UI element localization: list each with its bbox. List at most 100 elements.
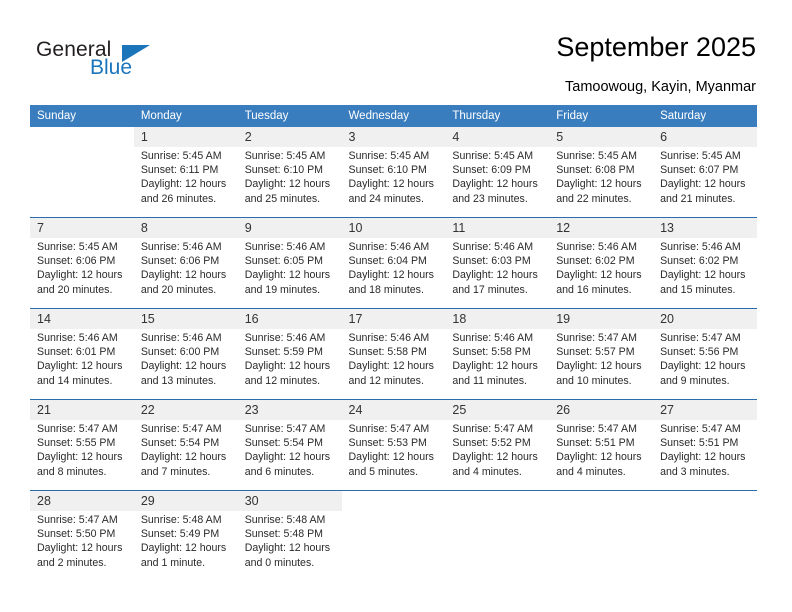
day-detail-line: Daylight: 12 hours: [348, 360, 434, 373]
day-detail-line: and 14 minutes.: [37, 374, 113, 387]
day-detail-line: Sunrise: 5:47 AM: [556, 332, 637, 344]
day-detail-line: Sunset: 5:58 PM: [348, 346, 427, 359]
weekday-header-friday: Friday: [549, 105, 654, 127]
day-detail-cell: Sunrise: 5:46 AM Sunset: 5:58 PM Daylight:…: [445, 329, 550, 400]
day-detail-line: and 18 minutes.: [348, 283, 424, 296]
day-number-cell[interactable]: 12: [549, 217, 654, 238]
day-detail-line: and 19 minutes.: [244, 283, 321, 296]
day-detail-line: Sunrise: 5:46 AM: [660, 241, 741, 253]
day-detail-line: Sunrise: 5:45 AM: [452, 150, 534, 162]
day-number-cell[interactable]: 30: [237, 490, 342, 511]
day-detail-line: Daylight: 12 hours: [140, 269, 227, 282]
day-detail-cell: Sunrise: 5:45 AM Sunset: 6:09 PM Daylight:…: [445, 147, 550, 218]
day-detail-line: Sunrise: 5:47 AM: [140, 423, 222, 435]
day-number-cell[interactable]: 29: [133, 490, 238, 511]
day-detail-line: Daylight: 12 hours: [452, 269, 538, 282]
day-detail-line: and 20 minutes.: [140, 283, 217, 296]
day-detail-line: Sunset: 6:02 PM: [556, 255, 635, 268]
day-number-cell[interactable]: 21: [30, 399, 134, 420]
day-number-cell[interactable]: 26: [549, 399, 654, 420]
day-number-cell[interactable]: 10: [341, 217, 446, 238]
day-detail-cell: Sunrise: 5:48 AM Sunset: 5:49 PM Daylight:…: [133, 511, 238, 581]
day-number-cell[interactable]: 23: [237, 399, 342, 420]
day-number-cell[interactable]: 16: [237, 308, 342, 329]
page-title: September 2025: [556, 32, 756, 62]
day-detail-cell: Sunrise: 5:46 AM Sunset: 6:04 PM Daylight:…: [341, 238, 446, 309]
day-detail-line: Daylight: 12 hours: [37, 542, 123, 555]
day-detail-line: Daylight: 12 hours: [37, 360, 123, 373]
day-number-cell[interactable]: 19: [549, 308, 654, 329]
day-detail-line: Sunset: 6:09 PM: [452, 164, 531, 177]
day-number-cell[interactable]: 4: [445, 127, 550, 147]
day-number-cell[interactable]: 20: [653, 308, 757, 329]
day-number-cell[interactable]: 28: [30, 490, 134, 511]
day-number-cell[interactable]: 15: [133, 308, 238, 329]
day-detail-line: Sunset: 6:00 PM: [140, 346, 220, 359]
day-number-cell[interactable]: 7: [30, 217, 134, 238]
day-number-cell[interactable]: 8: [133, 217, 238, 238]
day-number-cell[interactable]: 22: [133, 399, 238, 420]
week-daynum-row: 21 22 23 24 25 26 27: [30, 399, 757, 420]
day-number-cell[interactable]: 5: [549, 127, 654, 147]
day-number-cell[interactable]: 24: [341, 399, 446, 420]
day-detail-line: and 10 minutes.: [556, 374, 632, 387]
day-detail-line: Daylight: 12 hours: [37, 269, 123, 282]
day-detail-cell: Sunrise: 5:46 AM Sunset: 6:00 PM Daylight:…: [133, 329, 238, 400]
day-detail-cell: Sunrise: 5:45 AM Sunset: 6:10 PM Daylight:…: [237, 147, 342, 218]
day-detail-line: and 6 minutes.: [244, 465, 315, 478]
day-detail-line: Sunrise: 5:45 AM: [244, 150, 326, 162]
day-detail-cell-empty: [653, 511, 757, 581]
week-daynum-row: 7 8 9 10 11 12 13: [30, 217, 757, 238]
day-number-cell[interactable]: 3: [341, 127, 446, 147]
day-detail-line: and 25 minutes.: [244, 192, 321, 205]
day-detail-line: Sunset: 5:53 PM: [348, 437, 427, 450]
day-detail-line: and 12 minutes.: [244, 374, 321, 387]
day-number-cell[interactable]: 17: [341, 308, 446, 329]
day-detail-line: and 12 minutes.: [348, 374, 424, 387]
day-detail-line: and 9 minutes.: [660, 374, 730, 387]
general-blue-logo: General Blue: [36, 38, 166, 86]
day-detail-line: Sunset: 5:52 PM: [452, 437, 531, 450]
day-detail-line: Daylight: 12 hours: [348, 451, 434, 464]
day-detail-line: Sunset: 6:03 PM: [452, 255, 531, 268]
day-number-cell[interactable]: 18: [445, 308, 550, 329]
day-detail-line: Sunrise: 5:45 AM: [348, 150, 430, 162]
day-detail-line: Sunset: 5:54 PM: [140, 437, 220, 450]
day-detail-cell: Sunrise: 5:47 AM Sunset: 5:53 PM Daylight:…: [341, 420, 446, 491]
day-detail-line: Sunset: 6:11 PM: [140, 164, 219, 177]
day-detail-line: Sunset: 5:55 PM: [37, 437, 116, 450]
day-detail-line: Sunrise: 5:46 AM: [348, 332, 430, 344]
day-number-cell[interactable]: 1: [133, 127, 238, 147]
day-detail-line: Sunrise: 5:46 AM: [452, 332, 534, 344]
day-detail-line: Sunrise: 5:45 AM: [140, 150, 222, 162]
day-detail-line: Sunset: 6:06 PM: [140, 255, 220, 268]
day-detail-line: and 22 minutes.: [556, 192, 632, 205]
day-detail-cell: Sunrise: 5:45 AM Sunset: 6:08 PM Daylight:…: [549, 147, 654, 218]
day-detail-line: and 17 minutes.: [452, 283, 528, 296]
day-detail-line: Sunset: 6:08 PM: [556, 164, 635, 177]
calendar-grid: Sunday Monday Tuesday Wednesday Thursday Frid…: [30, 105, 757, 581]
day-detail-cell: Sunrise: 5:47 AM Sunset: 5:51 PM Daylight:…: [653, 420, 757, 491]
day-detail-line: Daylight: 12 hours: [140, 178, 227, 191]
day-number-cell[interactable]: 2: [237, 127, 342, 147]
day-detail-cell-empty: [445, 511, 550, 581]
day-detail-line: Daylight: 12 hours: [452, 360, 538, 373]
day-number-cell[interactable]: 6: [653, 127, 757, 147]
day-detail-cell: Sunrise: 5:45 AM Sunset: 6:10 PM Daylight:…: [341, 147, 446, 218]
day-number-cell[interactable]: 13: [653, 217, 757, 238]
day-detail-line: and 16 minutes.: [556, 283, 632, 296]
day-number-cell[interactable]: 27: [653, 399, 757, 420]
calendar-page: General Blue September 2025 Tamoowoug, K…: [0, 0, 792, 612]
day-number-cell[interactable]: 25: [445, 399, 550, 420]
day-detail-line: Sunrise: 5:47 AM: [556, 423, 637, 435]
day-detail-line: Sunrise: 5:47 AM: [452, 423, 534, 435]
day-detail-line: Sunrise: 5:46 AM: [140, 332, 222, 344]
day-detail-line: Daylight: 12 hours: [140, 542, 227, 555]
day-number-cell[interactable]: 14: [30, 308, 134, 329]
day-detail-line: Sunset: 5:51 PM: [660, 437, 739, 450]
day-detail-line: Daylight: 12 hours: [244, 542, 331, 555]
day-number-cell[interactable]: 9: [237, 217, 342, 238]
day-detail-line: Daylight: 12 hours: [37, 451, 123, 464]
day-detail-line: Daylight: 12 hours: [660, 178, 746, 191]
day-number-cell[interactable]: 11: [445, 217, 550, 238]
